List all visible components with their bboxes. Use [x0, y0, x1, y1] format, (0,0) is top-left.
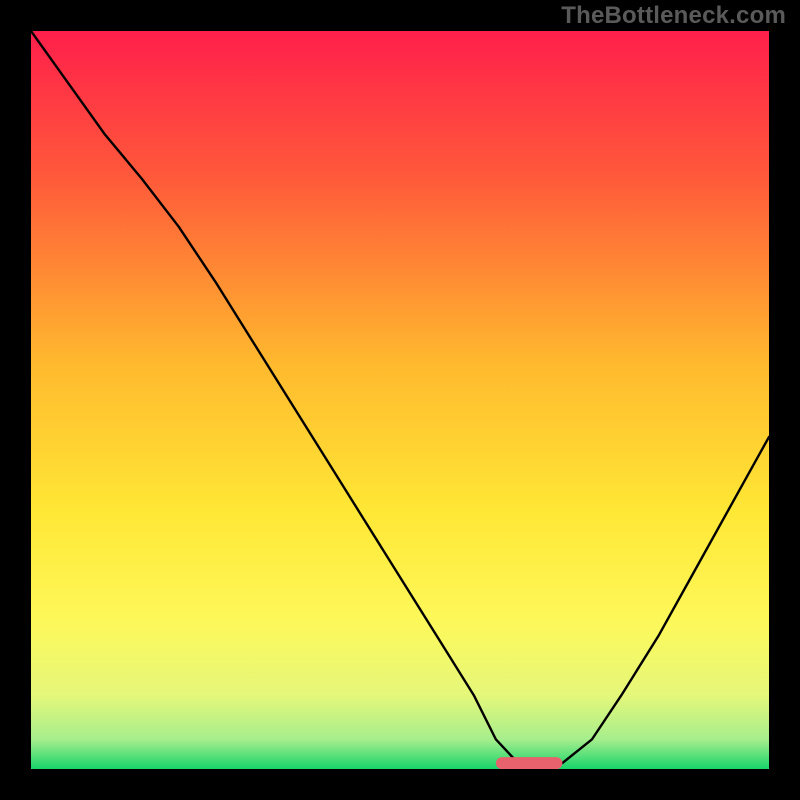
watermark-text: TheBottleneck.com: [561, 2, 786, 30]
chart-frame: TheBottleneck.com: [0, 0, 800, 800]
plot-area: [31, 31, 769, 769]
heat-gradient-background: [31, 31, 769, 769]
